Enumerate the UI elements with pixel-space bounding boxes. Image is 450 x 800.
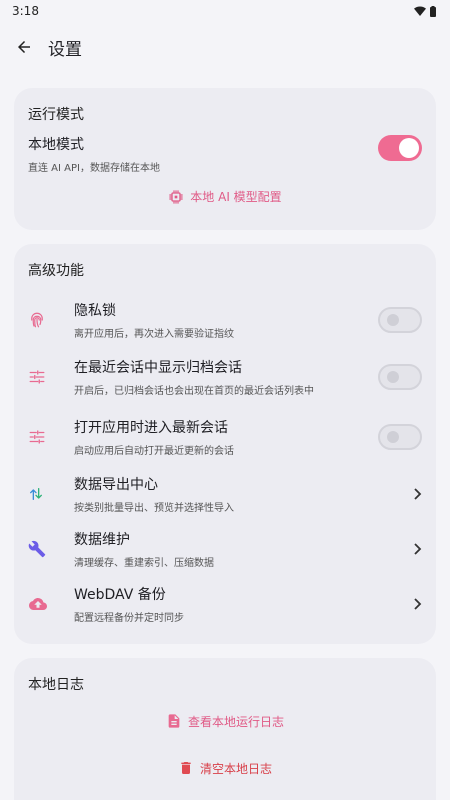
show-archived-toggle[interactable]	[378, 364, 422, 390]
data-maintenance-row[interactable]: 数据维护 清理缓存、重建索引、压缩数据	[14, 529, 436, 569]
toggle-knob	[387, 314, 399, 326]
data-export-text: 数据导出中心 按类别批量导出、预览并选择性导入	[74, 474, 406, 514]
local-mode-toggle[interactable]	[378, 135, 422, 161]
data-export-subtitle: 按类别批量导出、预览并选择性导入	[74, 503, 234, 514]
webdav-backup-row[interactable]: WebDAV 备份 配置远程备份并定时同步	[14, 584, 436, 624]
tune-icon	[28, 368, 54, 386]
privacy-lock-row[interactable]: 隐私锁 离开应用后，再次进入需要验证指纹	[14, 300, 436, 340]
privacy-lock-title: 隐私锁	[74, 303, 116, 319]
wifi-icon	[414, 6, 426, 16]
webdav-backup-text: WebDAV 备份 配置远程备份并定时同步	[74, 584, 406, 624]
show-archived-row[interactable]: 在最近会话中显示归档会话 开启后，已归档会话也会出现在首页的最近会话列表中	[14, 357, 436, 397]
tune-icon	[28, 428, 54, 446]
data-export-row[interactable]: 数据导出中心 按类别批量导出、预览并选择性导入	[14, 474, 436, 514]
chevron-right-icon	[406, 488, 422, 500]
swap-vert-icon	[28, 486, 54, 502]
local-mode-subtitle: 直连 AI API，数据存储在本地	[28, 163, 160, 174]
advanced-card: 高级功能 隐私锁 离开应用后，再次进入需要验证指纹 在最近会话中显示归档会话 开…	[14, 244, 436, 644]
open-latest-toggle[interactable]	[378, 424, 422, 450]
run-mode-title: 运行模式	[28, 107, 84, 123]
privacy-lock-subtitle: 离开应用后，再次进入需要验证指纹	[74, 329, 234, 340]
ai-model-config-label: 本地 AI 模型配置	[190, 190, 282, 204]
local-mode-title: 本地模式	[28, 137, 84, 153]
privacy-lock-toggle[interactable]	[378, 307, 422, 333]
app-bar: 设置	[0, 22, 450, 72]
advanced-title: 高级功能	[28, 263, 84, 279]
wrench-icon	[28, 540, 54, 558]
arrow-back-icon	[18, 41, 30, 53]
open-latest-row[interactable]: 打开应用时进入最新会话 启动应用后自动打开最近更新的会话	[14, 417, 436, 457]
data-maintenance-subtitle: 清理缓存、重建索引、压缩数据	[74, 558, 214, 569]
open-latest-title: 打开应用时进入最新会话	[74, 420, 228, 436]
webdav-backup-subtitle: 配置远程备份并定时同步	[74, 613, 184, 624]
clear-log-button[interactable]: 清空本地日志	[14, 759, 436, 777]
view-log-button[interactable]: 查看本地运行日志	[14, 712, 436, 730]
status-time: 3:18	[12, 4, 39, 18]
cloud-upload-icon	[28, 595, 54, 613]
status-icons	[414, 5, 436, 17]
show-archived-subtitle: 开启后，已归档会话也会出现在首页的最近会话列表中	[74, 386, 314, 397]
view-log-label: 查看本地运行日志	[187, 714, 284, 729]
chip-icon	[169, 189, 183, 204]
run-mode-card: 运行模式 本地模式 直连 AI API，数据存储在本地 本地 AI 模型配置	[14, 88, 436, 230]
delete-icon	[181, 762, 191, 774]
chevron-right-icon	[406, 598, 422, 610]
data-maintenance-title: 数据维护	[74, 532, 130, 548]
local-log-card: 本地日志 查看本地运行日志 清空本地日志	[14, 658, 436, 800]
toggle-knob	[387, 371, 399, 383]
data-maintenance-text: 数据维护 清理缓存、重建索引、压缩数据	[74, 529, 406, 569]
show-archived-title: 在最近会话中显示归档会话	[74, 360, 242, 376]
local-log-title: 本地日志	[28, 677, 84, 693]
page-title: 设置	[48, 39, 82, 60]
toggle-knob	[399, 138, 419, 158]
fingerprint-icon	[28, 311, 54, 329]
webdav-backup-title: WebDAV 备份	[74, 587, 166, 603]
data-export-title: 数据导出中心	[74, 477, 158, 493]
local-mode-text: 本地模式 直连 AI API，数据存储在本地	[28, 134, 160, 174]
privacy-lock-text: 隐私锁 离开应用后，再次进入需要验证指纹	[74, 300, 378, 340]
local-mode-row: 本地模式 直连 AI API，数据存储在本地	[14, 124, 436, 174]
chevron-right-icon	[406, 543, 422, 555]
open-latest-text: 打开应用时进入最新会话 启动应用后自动打开最近更新的会话	[74, 417, 378, 457]
back-button[interactable]	[14, 37, 34, 57]
toggle-knob	[387, 431, 399, 443]
ai-model-config-button[interactable]: 本地 AI 模型配置	[14, 188, 436, 205]
show-archived-text: 在最近会话中显示归档会话 开启后，已归档会话也会出现在首页的最近会话列表中	[74, 357, 378, 397]
battery-icon	[430, 5, 436, 17]
open-latest-subtitle: 启动应用后自动打开最近更新的会话	[74, 446, 234, 457]
status-bar: 3:18	[0, 0, 450, 22]
document-icon	[168, 714, 180, 728]
clear-log-label: 清空本地日志	[199, 761, 272, 776]
